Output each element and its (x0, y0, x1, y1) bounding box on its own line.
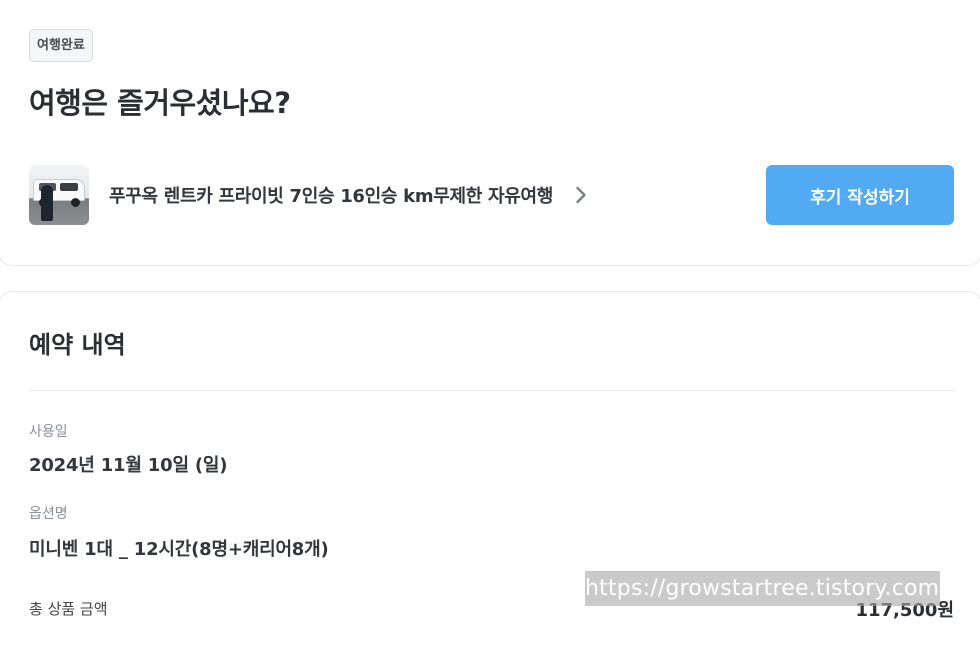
section-gap (0, 266, 980, 292)
product-link[interactable]: 푸꾸옥 렌트카 프라이빗 7인승 16인승 km무제한 자유여행 (29, 165, 619, 225)
use-date-value: 2024년 11월 10일 (일) (29, 455, 228, 476)
product-thumbnail (29, 165, 89, 225)
product-name: 푸꾸옥 렌트카 프라이빗 7인승 16인승 km무제한 자유여행 (109, 186, 554, 207)
divider (29, 390, 954, 391)
total-price-label: 총 상품 금액 (29, 600, 108, 618)
reservation-title: 예약 내역 (29, 331, 126, 359)
use-date-label: 사용일 (29, 424, 68, 440)
option-value: 미니벤 1대 _ 12시간(8명+캐리어8개) (29, 539, 329, 560)
person-shape (41, 185, 53, 221)
page-title: 여행은 즐거우셨나요? (29, 86, 291, 120)
option-label: 옵션명 (29, 506, 68, 522)
watermark: https://growstartree.tistory.com (585, 571, 940, 606)
wheel-shape (71, 198, 80, 207)
write-review-button[interactable]: 후기 작성하기 (766, 165, 954, 225)
chevron-right-icon (575, 185, 589, 205)
trip-complete-card (0, 0, 980, 266)
status-badge: 여행완료 (29, 29, 93, 62)
